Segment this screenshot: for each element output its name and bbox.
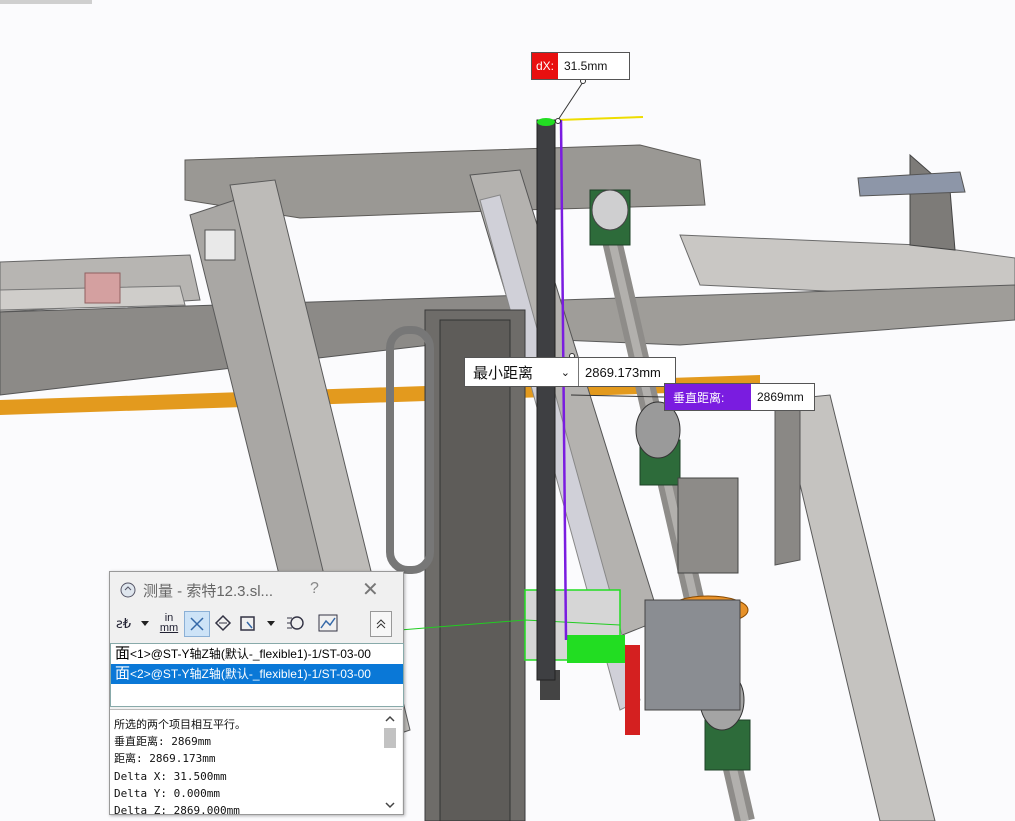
min-distance-value: 2869.173mm (585, 364, 661, 380)
result-line: 距离: 2869.173mm (114, 752, 216, 766)
selection-item[interactable]: 面<2>@ST-Y轴Z轴(默认-_flexible1)-1/ST-03-00 (111, 664, 403, 684)
dx-value: 31.5mm (564, 59, 608, 73)
history-icon[interactable] (284, 611, 306, 635)
measure-toolbar: ƨ₺ in mm (110, 608, 403, 638)
svg-text:ƨ₺: ƨ₺ (116, 617, 131, 632)
dx-callout[interactable]: dX: 31.5mm (531, 52, 630, 80)
result-line: Delta Z: 2869.000mm (114, 804, 240, 818)
measure-dialog[interactable]: 测量 - 索特12.3.sl... ? ✕ ƨ₺ in mm 面<1>@ST-Y… (109, 571, 404, 817)
units-label-bottom: mm (159, 622, 179, 634)
close-icon[interactable]: ✕ (362, 577, 379, 602)
distance-mode-label: 最小距离 (473, 364, 534, 382)
measure-results: 所选的两个项目相互平行。 垂直距离: 2869mm 距离: 2869.173mm… (110, 709, 402, 817)
min-distance-callout[interactable]: 最小距离 ⌄ 2869.173mm (464, 357, 676, 387)
perpendicular-distance-callout[interactable]: 垂直距离: 2869mm (664, 383, 815, 411)
results-scrollbar[interactable] (382, 714, 398, 810)
projection-icon[interactable] (238, 611, 278, 635)
selection-item[interactable]: 面<1>@ST-Y轴Z轴(默认-_flexible1)-1/ST-03-00 (111, 644, 403, 664)
measure-title-bar[interactable]: 测量 - 索特12.3.sl... ? ✕ (110, 572, 403, 608)
perpendicular-tag: 垂直距离: (665, 384, 751, 410)
collapse-button[interactable] (370, 611, 392, 637)
dx-tag: dX: (532, 53, 558, 79)
chevron-down-icon: ⌄ (560, 366, 570, 379)
help-icon[interactable]: ? (310, 580, 319, 598)
result-line: 所选的两个项目相互平行。 (114, 718, 246, 731)
point-to-point-icon[interactable] (212, 611, 234, 635)
distance-mode-dropdown[interactable]: 最小距离 ⌄ (465, 358, 579, 386)
result-line: Delta Y: 0.000mm (114, 786, 220, 800)
perpendicular-value: 2869mm (757, 390, 804, 404)
graphics-viewport[interactable]: dX: 31.5mm 最小距离 ⌄ 2869.173mm 垂直距离: 2869m… (0, 0, 1015, 821)
measure-title: 测量 - 索特12.3.sl... (143, 582, 274, 600)
units-precision-button[interactable]: in mm (156, 611, 182, 635)
selection-list[interactable]: 面<1>@ST-Y轴Z轴(默认-_flexible1)-1/ST-03-00 面… (110, 643, 404, 707)
result-line: 垂直距离: 2869mm (114, 735, 211, 749)
result-line: Delta X: 31.500mm (114, 769, 227, 783)
sensor-icon[interactable] (316, 611, 340, 635)
measure-icon (120, 581, 138, 604)
xyz-measure-icon[interactable] (184, 611, 210, 637)
arc-options-button[interactable]: ƨ₺ (114, 611, 152, 635)
